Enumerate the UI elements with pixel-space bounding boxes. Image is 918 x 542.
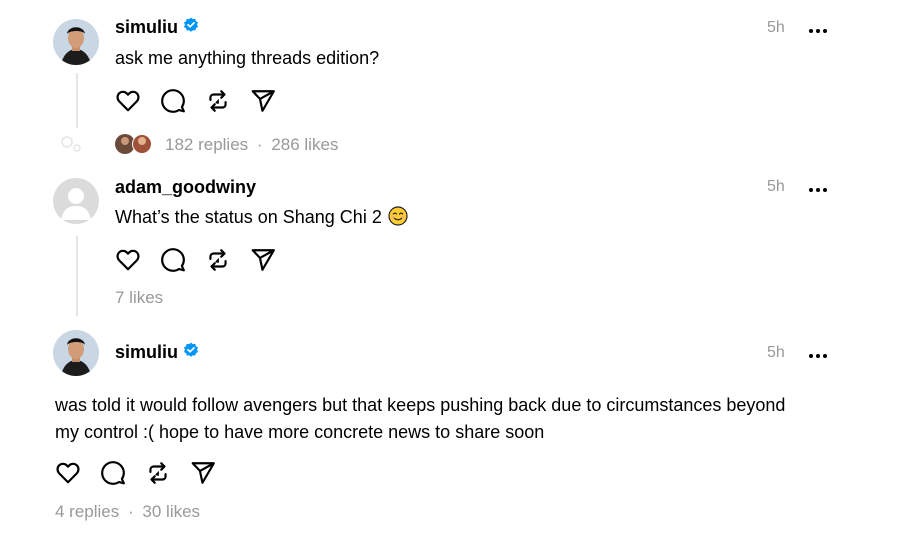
- post-username[interactable]: simuliu: [115, 17, 199, 38]
- likes-count[interactable]: 286 likes: [271, 135, 338, 154]
- thread-line: [76, 73, 78, 128]
- heart-icon[interactable]: [53, 458, 83, 488]
- verified-badge-icon: [183, 17, 199, 38]
- post-text-content: What’s the status on Shang Chi 2: [115, 207, 382, 227]
- send-icon[interactable]: [248, 245, 278, 275]
- repost-icon[interactable]: [203, 86, 233, 116]
- post-timestamp: 5h: [767, 19, 785, 36]
- post-actions: [113, 86, 293, 116]
- post-stats: 7 likes: [115, 288, 163, 308]
- post-stats: 4 replies · 30 likes: [55, 502, 200, 522]
- thread-end-icon: [60, 134, 84, 159]
- post-text-line-2: my control :( hope to have more concrete…: [55, 422, 545, 442]
- post-text: What’s the status on Shang Chi 2: [115, 204, 408, 234]
- more-icon[interactable]: [808, 348, 828, 358]
- post-timestamp: 5h: [767, 178, 785, 195]
- replies-count[interactable]: 4 replies: [55, 502, 119, 521]
- post-text: ask me anything threads edition?: [115, 48, 380, 68]
- repost-icon[interactable]: [203, 245, 233, 275]
- send-icon[interactable]: [188, 458, 218, 488]
- post-stats: 182 replies · 286 likes: [165, 135, 338, 155]
- verified-badge-icon: [183, 342, 199, 363]
- more-icon[interactable]: [808, 182, 828, 192]
- likes-count[interactable]: 30 likes: [142, 502, 200, 521]
- post-text-line-1: was told it would follow avengers but th…: [55, 395, 786, 415]
- post-username[interactable]: adam_goodwiny: [115, 177, 256, 198]
- thread-line: [76, 236, 78, 316]
- username-text[interactable]: adam_goodwiny: [115, 177, 256, 198]
- post-timestamp: 5h: [767, 344, 785, 361]
- post-actions: [53, 458, 233, 488]
- post-actions: [113, 245, 293, 275]
- heart-icon[interactable]: [113, 86, 143, 116]
- comment-icon[interactable]: [158, 245, 188, 275]
- avatar-simuliu[interactable]: [53, 330, 99, 376]
- replier-avatars[interactable]: [114, 133, 156, 155]
- avatar-simuliu[interactable]: [53, 19, 99, 65]
- replies-count[interactable]: 182 replies: [165, 135, 248, 154]
- username-text[interactable]: simuliu: [115, 342, 178, 363]
- smiling-face-emoji: [388, 206, 408, 234]
- username-text[interactable]: simuliu: [115, 17, 178, 38]
- likes-count[interactable]: 7 likes: [115, 288, 163, 307]
- stats-separator: ·: [128, 502, 134, 521]
- avatar-default[interactable]: [53, 178, 99, 224]
- repost-icon[interactable]: [143, 458, 173, 488]
- post-username[interactable]: simuliu: [115, 342, 199, 363]
- comment-icon[interactable]: [158, 86, 188, 116]
- comment-icon[interactable]: [98, 458, 128, 488]
- more-icon[interactable]: [808, 23, 828, 33]
- heart-icon[interactable]: [113, 245, 143, 275]
- send-icon[interactable]: [248, 86, 278, 116]
- stats-separator: ·: [256, 135, 263, 154]
